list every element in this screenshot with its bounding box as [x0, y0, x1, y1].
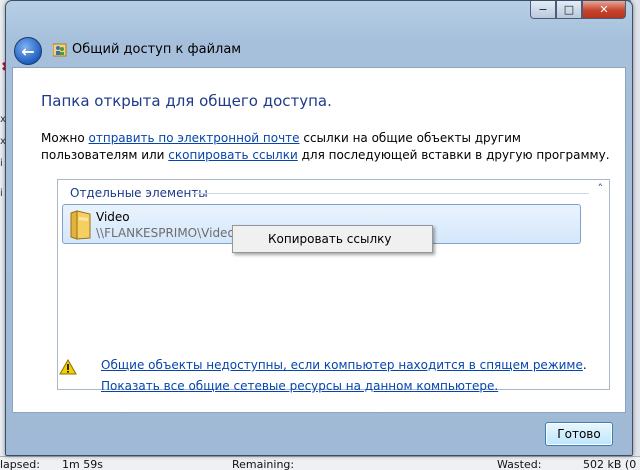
sleep-warning-link[interactable]: Общие объекты недоступны, если компьютер… [101, 358, 583, 372]
window-title: Общий доступ к файлам [72, 42, 242, 57]
description-suffix: для последующей вставки в другую програм… [297, 148, 610, 162]
copy-link-menu-item[interactable]: Копировать ссылку [235, 228, 430, 250]
copy-links-link[interactable]: скопировать ссылки [168, 148, 297, 162]
maximize-icon: □ [563, 3, 575, 16]
folder-icon [70, 210, 91, 240]
group-divider [193, 193, 589, 194]
sleep-warning: Общие объекты недоступны, если компьютер… [101, 358, 587, 372]
wasted-label: Wasted: [497, 458, 542, 470]
item-path: \\FLANKESPRIMO\Video [96, 226, 235, 240]
item-name: Video [96, 210, 130, 224]
elapsed-value: 1m 59s [62, 458, 103, 470]
close-icon: ✕ [599, 3, 609, 16]
remaining-label: Remaining: [232, 458, 295, 470]
minimize-button[interactable]: − [530, 1, 556, 19]
caption-buttons: − □ ✕ [530, 1, 626, 21]
context-menu: Копировать ссылку [232, 225, 433, 253]
sleep-warning-period: . [582, 358, 587, 372]
sharing-users-icon [53, 43, 67, 57]
show-all-shares-link[interactable]: Показать все общие сетевые ресурсы на да… [101, 379, 498, 393]
elapsed-label: lapsed: [0, 458, 40, 470]
wasted-value: 502 kB (0 [583, 458, 637, 470]
collapse-chevron-icon[interactable]: ˄ [598, 182, 604, 195]
maximize-button[interactable]: □ [556, 1, 582, 19]
back-arrow-icon: ← [21, 41, 35, 61]
description-text: Можно отправить по электронной почте ссы… [41, 130, 616, 164]
back-button[interactable]: ← [14, 37, 42, 65]
page-title: Папка открыта для общего доступа. [41, 92, 332, 110]
minimize-icon: − [538, 3, 548, 16]
group-header: Отдельные элементы [70, 186, 208, 200]
description-prefix: Можно [41, 131, 89, 145]
done-button[interactable]: Готово [545, 422, 613, 446]
background-status-bar: lapsed: 1m 59s Remaining: Wasted: 502 kB… [0, 456, 640, 470]
close-button[interactable]: ✕ [582, 1, 626, 19]
send-email-link[interactable]: отправить по электронной почте [89, 131, 300, 145]
warning-icon [59, 359, 77, 375]
